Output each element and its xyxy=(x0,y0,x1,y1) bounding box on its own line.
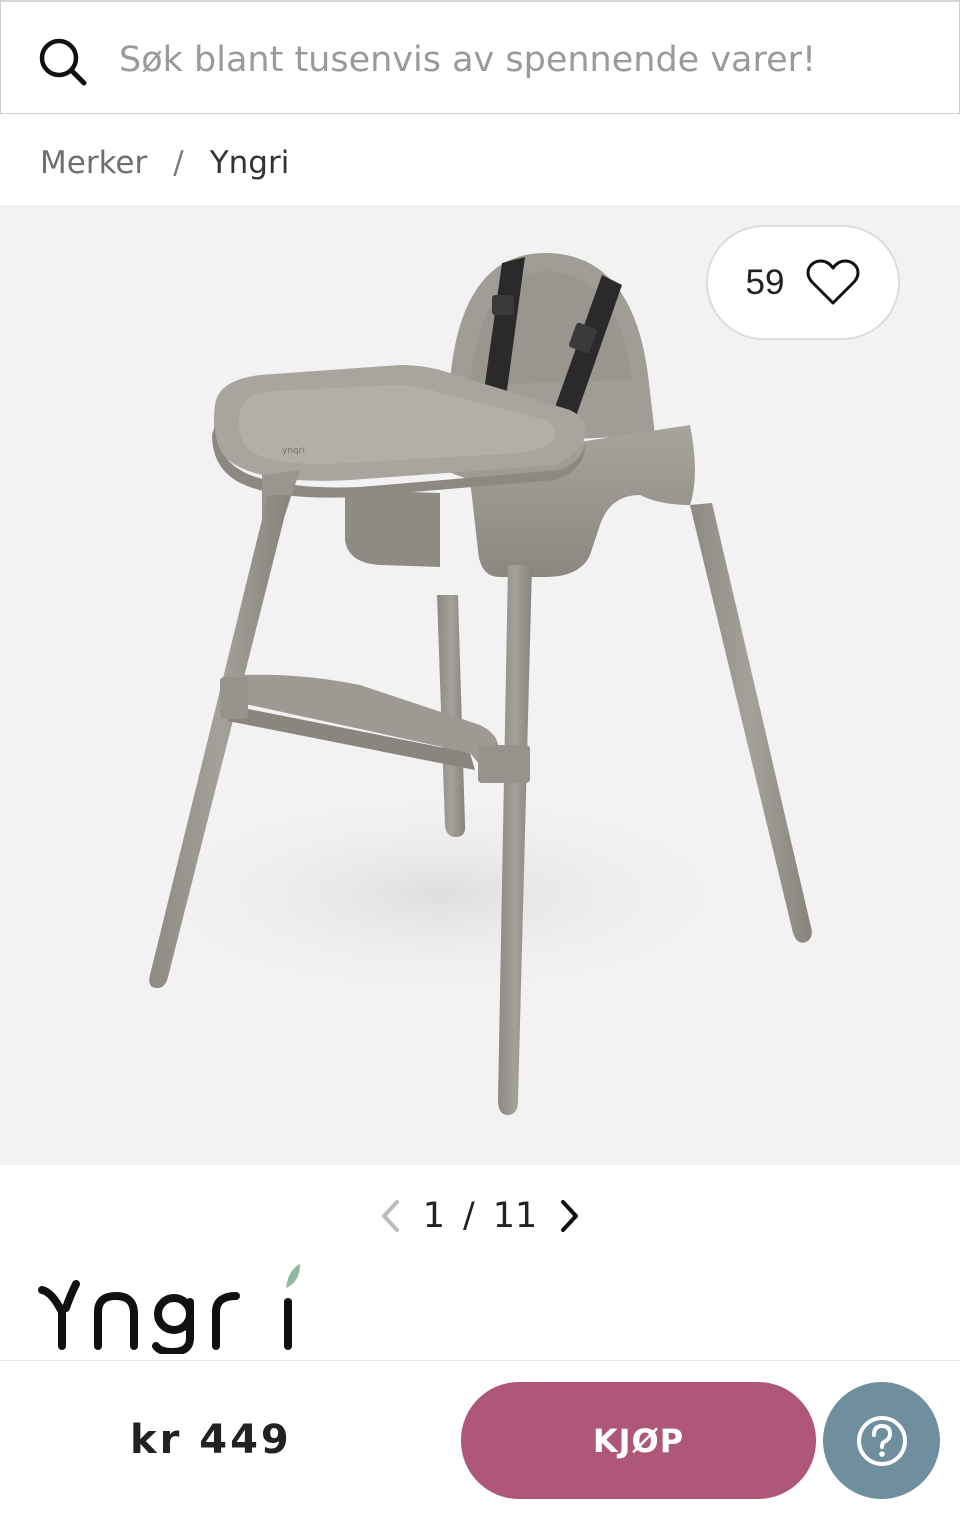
favorite-count: 59 xyxy=(745,262,785,302)
svg-text:ynqri: ynqri xyxy=(282,446,305,456)
favorite-button[interactable]: 59 xyxy=(706,225,900,340)
breadcrumb: Merker / Yngri xyxy=(40,138,289,188)
heart-outline-icon xyxy=(806,259,860,304)
pager-current: 1 xyxy=(422,1196,445,1236)
pager-total: 11 xyxy=(492,1196,538,1236)
breadcrumb-link-merker[interactable]: Merker xyxy=(40,145,147,181)
product-image[interactable]: ynqri xyxy=(0,205,960,1165)
search-icon[interactable] xyxy=(37,36,87,86)
product-price: kr 449 xyxy=(130,1417,292,1463)
chevron-left-icon[interactable] xyxy=(375,1196,405,1236)
help-button[interactable] xyxy=(823,1382,940,1499)
chevron-right-icon[interactable] xyxy=(555,1196,585,1236)
breadcrumb-separator: / xyxy=(173,145,184,181)
question-circle-icon xyxy=(856,1415,907,1466)
buy-button[interactable]: KJØP xyxy=(461,1382,816,1499)
search-bar xyxy=(0,0,960,114)
pager-separator: / xyxy=(462,1196,475,1236)
image-pager: 1 / 11 xyxy=(0,1188,960,1244)
brand-logo[interactable] xyxy=(38,1262,308,1354)
high-chair-image: ynqri xyxy=(120,253,812,1115)
search-input[interactable] xyxy=(119,32,919,88)
breadcrumb-current: Yngri xyxy=(209,145,290,181)
